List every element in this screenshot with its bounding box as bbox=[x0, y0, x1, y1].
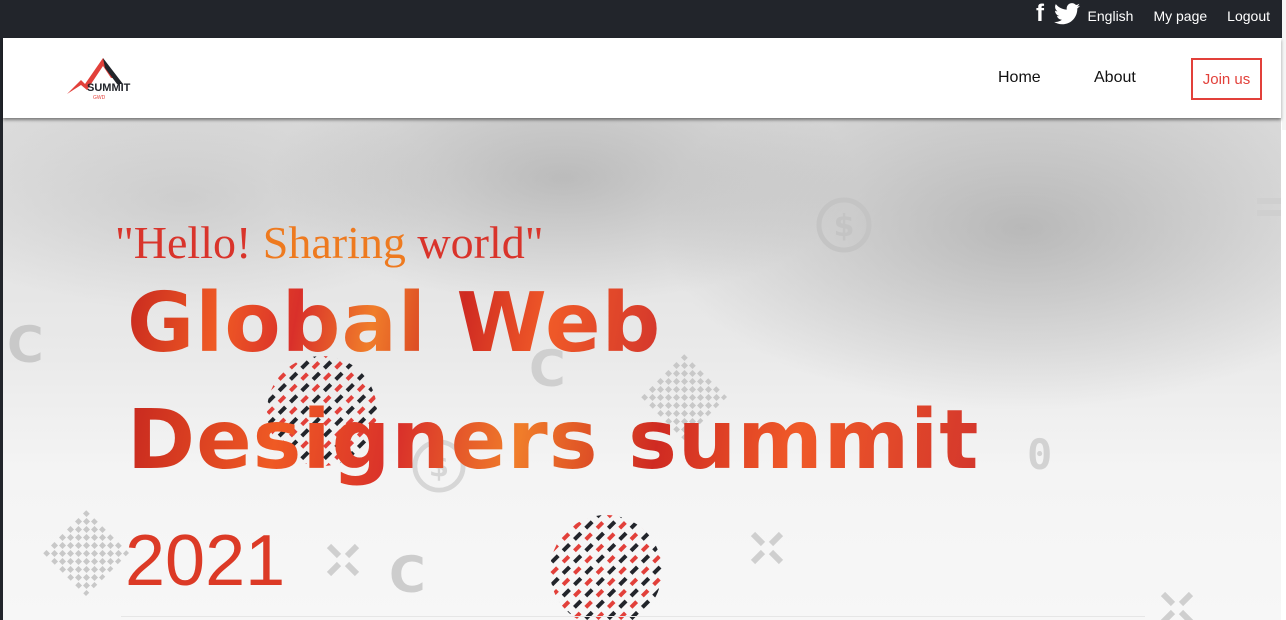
top-bar: f English My page Logout bbox=[0, 0, 1286, 38]
cross-arrows-icon bbox=[326, 543, 360, 577]
letter-c-decor: C bbox=[389, 546, 426, 604]
dotted-circle-decor bbox=[550, 515, 662, 620]
summit-logo[interactable]: SUMMIT GWD bbox=[65, 54, 135, 102]
dollar-coin-icon: $ bbox=[816, 197, 872, 253]
diamond-grid-decor bbox=[43, 510, 129, 596]
my-page-link[interactable]: My page bbox=[1153, 8, 1207, 24]
hero-headline-line2: Designers summit bbox=[127, 393, 980, 488]
svg-text:$: $ bbox=[834, 209, 855, 244]
letter-c-decor: C bbox=[7, 316, 44, 374]
tagline-accent: Sharing bbox=[262, 217, 406, 268]
social-links: f bbox=[1034, 2, 1080, 26]
tagline-part: world" bbox=[405, 217, 544, 268]
event-year: 2021 bbox=[125, 521, 286, 601]
facebook-icon[interactable]: f bbox=[1034, 2, 1046, 26]
logo-text: SUMMIT bbox=[87, 82, 131, 94]
cross-arrows-icon bbox=[1160, 591, 1194, 620]
hero-divider bbox=[121, 616, 1145, 617]
window-frame-right bbox=[1282, 0, 1286, 130]
language-link[interactable]: English bbox=[1088, 8, 1134, 24]
nav-about[interactable]: About bbox=[1094, 69, 1136, 87]
join-us-button[interactable]: Join us bbox=[1191, 58, 1262, 100]
tagline-part: "Hello! bbox=[115, 217, 263, 268]
account-links: English My page Logout bbox=[1088, 0, 1270, 32]
nav-home[interactable]: Home bbox=[998, 69, 1041, 87]
twitter-icon[interactable] bbox=[1054, 3, 1080, 25]
hero-section: $ $ C C C 0 "Hello! Shar bbox=[3, 118, 1281, 620]
equals-icon bbox=[1257, 198, 1281, 216]
hero-headline-line1: Global Web bbox=[127, 276, 662, 371]
cross-arrows-icon bbox=[750, 531, 784, 565]
zero-decor: 0 bbox=[1027, 430, 1053, 479]
logout-link[interactable]: Logout bbox=[1227, 8, 1270, 24]
logo-subtext: GWD bbox=[93, 95, 106, 101]
main-navbar: SUMMIT GWD Home About Join us bbox=[3, 38, 1281, 118]
hero-tagline: "Hello! Sharing world" bbox=[115, 216, 544, 269]
